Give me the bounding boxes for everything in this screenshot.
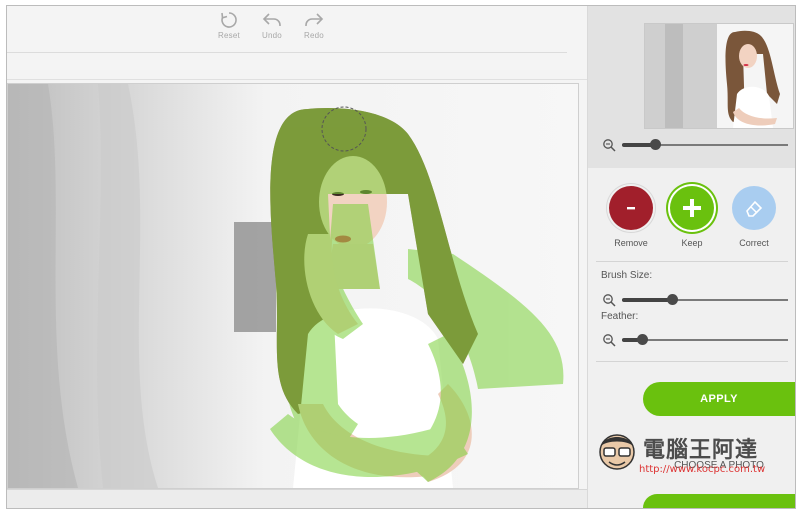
zoom-out-icon: [603, 294, 616, 307]
editor-area: Reset Undo Redo: [7, 6, 587, 508]
zoom-out-icon: [603, 334, 616, 347]
photo-image: [8, 84, 578, 488]
app-frame: Reset Undo Redo Remove Keep Correct Brus…: [6, 5, 796, 509]
redo-icon: [305, 13, 324, 26]
choose-photo-button[interactable]: CHOOSE A PHOTO: [643, 452, 795, 478]
redo-label: Redo: [304, 31, 324, 40]
toolbar: Reset Undo Redo: [7, 6, 567, 53]
feather-knob[interactable]: [636, 334, 648, 345]
keep-mode-button[interactable]: Keep: [666, 186, 718, 248]
toolbar-divider: [7, 79, 587, 80]
apply-button[interactable]: APPLY: [643, 382, 795, 416]
remove-mode-circle: [609, 186, 653, 230]
feather-slider[interactable]: [602, 332, 788, 348]
undo-label: Undo: [262, 31, 282, 40]
preview-thumbnail[interactable]: [644, 23, 794, 129]
editor-footer-bar: [7, 489, 587, 508]
photo-canvas[interactable]: [7, 83, 579, 489]
brush-size-fill: [622, 298, 672, 302]
feather-label: Feather:: [601, 311, 639, 322]
zoom-slider[interactable]: [602, 137, 788, 153]
undo-button[interactable]: Undo: [252, 10, 292, 40]
brush-size-knob[interactable]: [666, 294, 678, 305]
brush-size-label: Brush Size:: [601, 270, 653, 281]
redo-button[interactable]: Redo: [294, 10, 334, 40]
remove-mode-button[interactable]: Remove: [605, 186, 657, 248]
preview-image: [645, 24, 793, 128]
preview-area: [588, 6, 795, 168]
bottom-action-button[interactable]: [643, 494, 795, 508]
tools-panel: Remove Keep Correct Brush Size: Feather:…: [587, 6, 795, 508]
keep-mode-label: Keep: [681, 238, 703, 248]
undo-icon: [262, 13, 281, 26]
zoom-slider-knob[interactable]: [650, 139, 662, 150]
reset-icon: [221, 12, 237, 28]
eraser-icon: [746, 200, 763, 217]
panel-divider: [596, 361, 788, 362]
brush-size-slider[interactable]: [602, 292, 788, 308]
correct-mode-button[interactable]: Correct: [728, 186, 780, 248]
remove-mode-label: Remove: [614, 238, 648, 248]
reset-label: Reset: [218, 31, 240, 40]
zoom-icon: [603, 139, 616, 152]
reset-button[interactable]: Reset: [209, 10, 249, 40]
correct-mode-label: Correct: [739, 238, 769, 248]
minus-icon: [627, 207, 635, 210]
keep-mode-circle: [670, 186, 714, 230]
panel-divider: [596, 261, 788, 262]
correct-mode-circle: [732, 186, 776, 230]
plus-icon: [683, 199, 701, 217]
